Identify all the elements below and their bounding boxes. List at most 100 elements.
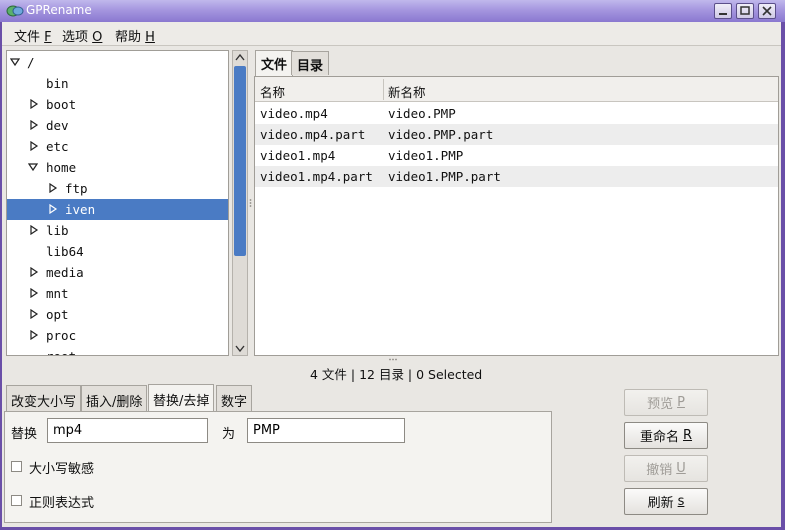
title-bar[interactable] [0,0,785,22]
tree-item-iven[interactable]: iven [7,199,228,220]
minimize-icon [719,13,727,15]
cell-new-name: video.PMP.part [388,127,494,142]
with-input[interactable] [247,418,405,443]
tab-label: 文件 [261,58,288,73]
case-sensitive-label[interactable]: 大小写敏感 [29,458,94,477]
cell-name: video1.mp4 [260,148,336,163]
table-row[interactable]: video.mp4 video.PMP [255,103,778,124]
file-list-header: 名称 新名称 [255,77,778,102]
table-row[interactable]: video1.mp4.part video1.PMP.part [255,166,778,187]
scroll-down-icon[interactable] [233,341,247,355]
collapsed-arrow-icon[interactable] [48,183,58,193]
tab-change-case[interactable]: 改变大小写 [6,385,82,411]
tree-item-lib[interactable]: lib [7,220,228,241]
table-row[interactable]: video1.mp4 video1.PMP [255,145,778,166]
scroll-thumb[interactable] [234,66,246,256]
tree-scrollbar[interactable] [232,50,248,356]
menu-help-label: 帮助 [115,30,142,45]
pane-divider-grip-icon[interactable] [248,198,253,208]
refresh-button[interactable]: 刷新 s [624,488,708,515]
menu-file[interactable]: 文件 F [14,26,52,45]
tab-label: 插入/删除 [86,395,143,410]
button-accel: P [677,395,685,410]
tree-item-boot[interactable]: boot [7,94,228,115]
tree-item-opt[interactable]: opt [7,304,228,325]
preview-button[interactable]: 预览 P [624,389,708,416]
tab-directories[interactable]: 目录 [291,51,330,75]
splitter-grip-icon[interactable] [388,357,398,362]
tree-item-label: / [27,55,35,70]
cell-new-name: video1.PMP.part [388,169,501,184]
table-row[interactable]: video.mp4.part video.PMP.part [255,124,778,145]
close-button[interactable] [758,3,776,19]
menu-options-label: 选项 [62,30,89,45]
tree-item-dev[interactable]: dev [7,115,228,136]
collapsed-arrow-icon[interactable] [29,141,39,151]
rename-button[interactable]: 重命名 R [624,422,708,449]
collapsed-arrow-icon[interactable] [29,99,39,109]
button-accel: R [682,428,693,443]
regex-label[interactable]: 正则表达式 [29,492,94,511]
status-text: 4 文件 | 12 目录 | 0 Selected [310,367,483,382]
button-label: 撤销 [646,463,673,478]
menu-file-label: 文件 [14,30,41,45]
cell-name: video.mp4.part [260,127,366,142]
cell-name: video.mp4 [260,106,328,121]
tab-insert-delete[interactable]: 插入/删除 [81,385,148,411]
column-name[interactable]: 名称 [260,82,285,101]
app-icon [6,5,24,17]
tab-label: 替换/去掉 [153,394,210,409]
window-title: GPRename [26,3,92,17]
column-divider[interactable] [383,79,384,100]
tab-files[interactable]: 文件 [255,50,294,76]
tab-numbers[interactable]: 数字 [216,385,253,411]
undo-button[interactable]: 撤销 U [624,455,708,482]
directory-tree[interactable]: / bin boot dev etc home ftp iven lib lib… [6,50,229,356]
tree-item-label: iven [65,202,96,217]
expanded-arrow-icon[interactable] [10,57,20,67]
tree-item-label: mnt [46,286,69,301]
cell-name: video1.mp4.part [260,169,373,184]
tree-item-label: proc [46,328,77,343]
maximize-icon [740,6,750,15]
minimize-button[interactable] [714,3,732,19]
tree-item-root-dir[interactable]: root [7,346,228,355]
tree-item-proc[interactable]: proc [7,325,228,346]
replace-input[interactable] [47,418,208,443]
with-label: 为 [222,427,236,442]
collapsed-arrow-icon[interactable] [29,120,39,130]
collapsed-arrow-icon[interactable] [29,288,39,298]
tree-item-label: media [46,265,84,280]
tree-item-bin[interactable]: bin [7,73,228,94]
tree-item-home[interactable]: home [7,157,228,178]
scroll-up-icon[interactable] [233,51,247,65]
file-list[interactable]: 名称 新名称 video.mp4 video.PMP video.mp4.par… [254,76,779,356]
maximize-button[interactable] [736,3,754,19]
button-label: 刷新 [647,496,674,511]
menu-options[interactable]: 选项 O [62,26,102,45]
menu-help[interactable]: 帮助 H [115,26,155,45]
expanded-arrow-icon[interactable] [28,162,38,172]
tab-replace-remove[interactable]: 替换/去掉 [148,384,215,412]
tree-item-lib64[interactable]: lib64 [7,241,228,262]
regex-checkbox[interactable] [11,495,22,506]
collapsed-arrow-icon[interactable] [29,267,39,277]
tab-label: 数字 [221,395,248,410]
button-accel: s [677,494,685,509]
tree-item-mnt[interactable]: mnt [7,283,228,304]
column-new-name[interactable]: 新名称 [388,82,426,101]
tree-item-etc[interactable]: etc [7,136,228,157]
tree-item-ftp[interactable]: ftp [7,178,228,199]
collapsed-arrow-icon[interactable] [29,309,39,319]
case-sensitive-checkbox[interactable] [11,461,22,472]
tree-item-label: boot [46,97,77,112]
collapsed-arrow-icon[interactable] [29,330,39,340]
collapsed-arrow-icon[interactable] [48,204,58,214]
button-label: 重命名 [639,430,679,445]
tree-item-root[interactable]: / [7,52,228,73]
collapsed-arrow-icon[interactable] [29,225,39,235]
tree-item-label: bin [46,76,69,91]
button-accel: U [676,461,686,476]
tree-item-media[interactable]: media [7,262,228,283]
button-label: 预览 [647,397,674,412]
